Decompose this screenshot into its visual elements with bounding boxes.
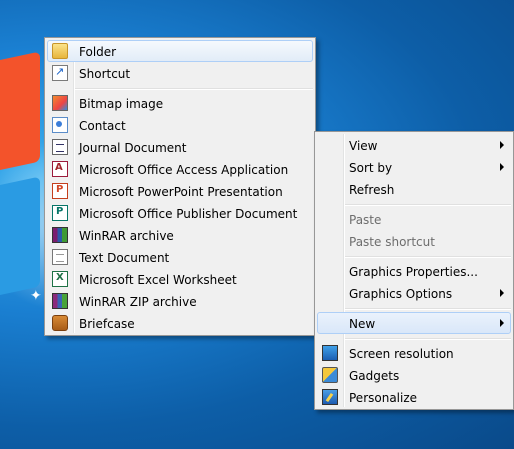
new-folder-item[interactable]: Folder [47, 40, 313, 62]
new-access-item[interactable]: Microsoft Office Access Application [47, 158, 313, 180]
menu-item-label: Microsoft PowerPoint Presentation [79, 185, 283, 199]
new-bitmap-item[interactable]: Bitmap image [47, 92, 313, 114]
menu-item-label: Microsoft Excel Worksheet [79, 273, 237, 287]
menu-item-label: Bitmap image [79, 97, 164, 111]
winrar-icon [52, 227, 68, 243]
new-publisher-item[interactable]: Microsoft Office Publisher Document [47, 202, 313, 224]
menu-separator [345, 308, 511, 310]
new-contact-item[interactable]: Contact [47, 114, 313, 136]
menu-item-label: Microsoft Office Publisher Document [79, 207, 298, 221]
menu-item-label: Graphics Properties... [349, 265, 478, 279]
excel-icon [52, 271, 68, 287]
new-journal-item[interactable]: Journal Document [47, 136, 313, 158]
text-document-icon [52, 249, 68, 265]
menu-item-label: Graphics Options [349, 287, 453, 301]
new-submenu: Folder Shortcut Bitmap image Contact Jou… [44, 37, 316, 336]
menu-item-label: New [349, 317, 376, 331]
contact-icon [52, 117, 68, 133]
paste-item[interactable]: Paste [317, 208, 511, 230]
graphics-properties-item[interactable]: Graphics Properties... [317, 260, 511, 282]
new-item[interactable]: New [317, 312, 511, 334]
menu-item-label: View [349, 139, 378, 153]
journal-icon [52, 139, 68, 155]
powerpoint-icon [52, 183, 68, 199]
menu-item-label: Paste shortcut [349, 235, 435, 249]
menu-separator [345, 338, 511, 340]
gadgets-icon [322, 367, 338, 383]
new-excel-item[interactable]: Microsoft Excel Worksheet [47, 268, 313, 290]
menu-item-label: Refresh [349, 183, 395, 197]
menu-item-label: Microsoft Office Access Application [79, 163, 289, 177]
briefcase-icon [52, 315, 68, 331]
shortcut-icon [52, 65, 68, 81]
submenu-arrow-icon [500, 319, 504, 327]
menu-item-label: Sort by [349, 161, 393, 175]
menu-item-label: WinRAR ZIP archive [79, 295, 197, 309]
paste-shortcut-item[interactable]: Paste shortcut [317, 230, 511, 252]
publisher-icon [52, 205, 68, 221]
sort-by-item[interactable]: Sort by [317, 156, 511, 178]
gadgets-item[interactable]: Gadgets [317, 364, 511, 386]
refresh-item[interactable]: Refresh [317, 178, 511, 200]
menu-separator [75, 88, 313, 90]
menu-item-label: Personalize [349, 391, 418, 405]
new-winrar-zip-item[interactable]: WinRAR ZIP archive [47, 290, 313, 312]
submenu-arrow-icon [500, 289, 504, 297]
submenu-arrow-icon [500, 141, 504, 149]
menu-item-label: Paste [349, 213, 382, 227]
menu-item-label: Gadgets [349, 369, 400, 383]
sparkle-icon: ✦ [30, 288, 42, 304]
menu-item-label: Briefcase [79, 317, 135, 331]
view-item[interactable]: View [317, 134, 511, 156]
screen-resolution-item[interactable]: Screen resolution [317, 342, 511, 364]
new-text-document-item[interactable]: Text Document [47, 246, 313, 268]
new-powerpoint-item[interactable]: Microsoft PowerPoint Presentation [47, 180, 313, 202]
menu-separator [345, 204, 511, 206]
windows-logo-blue-pane [0, 176, 40, 304]
desktop-context-menu: View Sort by Refresh Paste Paste shortcu… [314, 131, 514, 410]
personalize-icon [322, 389, 338, 405]
menu-item-label: Shortcut [79, 67, 131, 81]
menu-item-label: Screen resolution [349, 347, 454, 361]
access-icon [52, 161, 68, 177]
personalize-item[interactable]: Personalize [317, 386, 511, 408]
menu-item-label: Contact [79, 119, 126, 133]
new-shortcut-item[interactable]: Shortcut [47, 62, 313, 84]
menu-item-label: WinRAR archive [79, 229, 174, 243]
windows-logo-red-pane [0, 51, 40, 179]
bitmap-icon [52, 95, 68, 111]
graphics-options-item[interactable]: Graphics Options [317, 282, 511, 304]
menu-item-label: Text Document [79, 251, 170, 265]
submenu-arrow-icon [500, 163, 504, 171]
menu-item-label: Journal Document [79, 141, 187, 155]
screen-resolution-icon [322, 345, 338, 361]
menu-separator [345, 256, 511, 258]
winrar-zip-icon [52, 293, 68, 309]
new-winrar-item[interactable]: WinRAR archive [47, 224, 313, 246]
folder-icon [52, 43, 68, 59]
new-briefcase-item[interactable]: Briefcase [47, 312, 313, 334]
menu-item-label: Folder [79, 45, 117, 59]
